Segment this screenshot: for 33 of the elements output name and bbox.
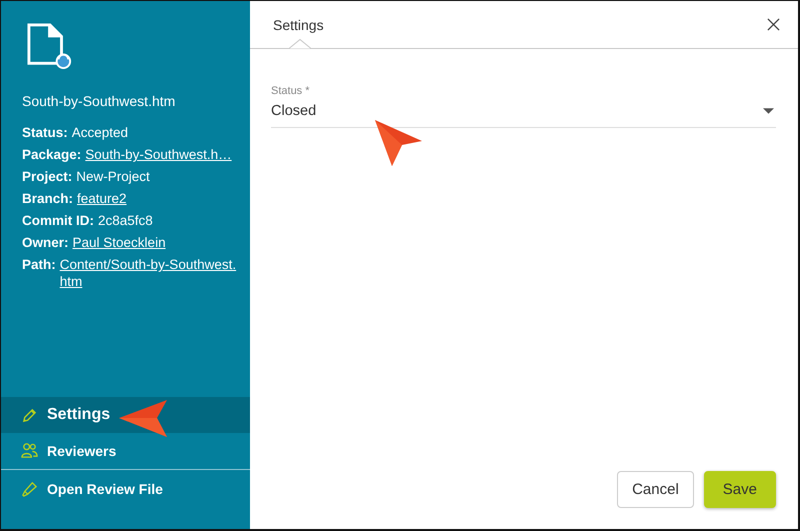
close-icon[interactable]	[767, 18, 780, 31]
field-label: Status *	[271, 85, 310, 97]
detail-label: Package:	[22, 146, 82, 163]
detail-link[interactable]: Content/South-by-Southwest.htm	[60, 256, 237, 290]
people-icon	[21, 442, 38, 459]
caret-icon	[763, 108, 774, 114]
open-file-link[interactable]: Open Review File	[1, 471, 250, 506]
marker-icon	[21, 480, 38, 497]
cancel-button[interactable]: Cancel	[617, 471, 694, 508]
locked-file-icon	[27, 23, 73, 69]
detail-link[interactable]: feature2	[77, 190, 127, 207]
nav-item[interactable]: Reviewers	[1, 433, 250, 468]
save-button[interactable]: Save	[704, 471, 776, 508]
nav-item[interactable]: Settings	[1, 397, 250, 433]
detail-link[interactable]: Paul Stoecklein	[72, 234, 166, 251]
detail-link[interactable]: South-by-Southwest.h…	[85, 146, 232, 163]
field-value: Closed	[271, 103, 316, 119]
detail-label: Commit ID:	[22, 212, 94, 229]
detail-label: Status:	[22, 124, 68, 141]
detail-label: Path:	[22, 256, 56, 273]
pencil-icon	[21, 406, 38, 424]
file-name: South-by-Southwest.htm	[22, 93, 176, 109]
action-label: Open Review File	[47, 480, 163, 496]
settings-tab[interactable]: Settings	[273, 16, 324, 32]
detail-label: Owner:	[22, 234, 69, 251]
detail-value: New-Project	[76, 168, 150, 185]
nav-label: Reviewers	[47, 442, 116, 458]
detail-label: Branch:	[22, 190, 74, 207]
detail-label: Project:	[22, 168, 72, 185]
detail-value: 2c8a5fc8	[98, 212, 153, 229]
detail-value: Accepted	[72, 124, 128, 141]
pointer-arrow	[119, 399, 169, 439]
nav-label: Settings	[47, 406, 110, 424]
